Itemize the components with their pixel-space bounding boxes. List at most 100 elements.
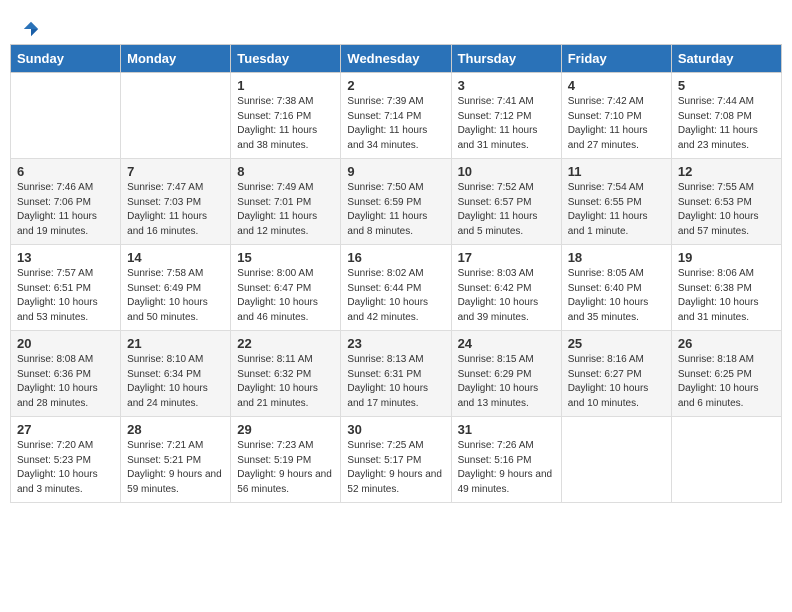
- day-number: 6: [17, 164, 114, 179]
- day-info: Sunrise: 7:20 AM Sunset: 5:23 PM Dayligh…: [17, 439, 114, 497]
- calendar-table: SundayMondayTuesdayWednesdayThursdayFrid…: [10, 44, 782, 503]
- calendar-cell: 9 Sunrise: 7:50 AM Sunset: 6:59 PM Daylig…: [341, 159, 451, 245]
- weekday-header-sunday: Sunday: [11, 45, 121, 73]
- page-header: [10, 10, 782, 39]
- day-number: 23: [347, 336, 444, 351]
- weekday-header-tuesday: Tuesday: [231, 45, 341, 73]
- calendar-cell: 25 Sunrise: 8:16 AM Sunset: 6:27 PM Dayli…: [561, 331, 671, 417]
- calendar-week-row: 27 Sunrise: 7:20 AM Sunset: 5:23 PM Dayli…: [11, 417, 782, 503]
- day-number: 7: [127, 164, 224, 179]
- day-info: Sunrise: 8:11 AM Sunset: 6:32 PM Dayligh…: [237, 353, 334, 411]
- calendar-cell: 8 Sunrise: 7:49 AM Sunset: 7:01 PM Daylig…: [231, 159, 341, 245]
- calendar-cell: 12 Sunrise: 7:55 AM Sunset: 6:53 PM Dayli…: [671, 159, 781, 245]
- day-info: Sunrise: 7:25 AM Sunset: 5:17 PM Dayligh…: [347, 439, 444, 497]
- calendar-cell: [11, 73, 121, 159]
- day-number: 27: [17, 422, 114, 437]
- calendar-cell: 28 Sunrise: 7:21 AM Sunset: 5:21 PM Dayli…: [121, 417, 231, 503]
- day-number: 9: [347, 164, 444, 179]
- day-number: 21: [127, 336, 224, 351]
- calendar-cell: [671, 417, 781, 503]
- logo-icon: [22, 20, 40, 38]
- day-info: Sunrise: 7:46 AM Sunset: 7:06 PM Dayligh…: [17, 181, 114, 239]
- day-number: 8: [237, 164, 334, 179]
- day-info: Sunrise: 7:21 AM Sunset: 5:21 PM Dayligh…: [127, 439, 224, 497]
- calendar-cell: 18 Sunrise: 8:05 AM Sunset: 6:40 PM Dayli…: [561, 245, 671, 331]
- day-info: Sunrise: 7:26 AM Sunset: 5:16 PM Dayligh…: [458, 439, 555, 497]
- day-info: Sunrise: 7:55 AM Sunset: 6:53 PM Dayligh…: [678, 181, 775, 239]
- calendar-cell: [561, 417, 671, 503]
- day-number: 24: [458, 336, 555, 351]
- calendar-week-row: 6 Sunrise: 7:46 AM Sunset: 7:06 PM Daylig…: [11, 159, 782, 245]
- calendar-cell: 17Sunrise: 8:03 AM Sunset: 6:42 PM Dayli…: [451, 245, 561, 331]
- day-info: Sunrise: 8:00 AM Sunset: 6:47 PM Dayligh…: [237, 267, 334, 325]
- logo: [20, 20, 40, 34]
- day-number: 5: [678, 78, 775, 93]
- calendar-cell: [121, 73, 231, 159]
- day-info: Sunrise: 7:49 AM Sunset: 7:01 PM Dayligh…: [237, 181, 334, 239]
- calendar-cell: 16 Sunrise: 8:02 AM Sunset: 6:44 PM Dayli…: [341, 245, 451, 331]
- calendar-cell: 10Sunrise: 7:52 AM Sunset: 6:57 PM Dayli…: [451, 159, 561, 245]
- calendar-cell: 4 Sunrise: 7:42 AM Sunset: 7:10 PM Daylig…: [561, 73, 671, 159]
- weekday-header-thursday: Thursday: [451, 45, 561, 73]
- calendar-cell: 31 Sunrise: 7:26 AM Sunset: 5:16 PM Dayli…: [451, 417, 561, 503]
- day-number: 14: [127, 250, 224, 265]
- calendar-cell: 11Sunrise: 7:54 AM Sunset: 6:55 PM Dayli…: [561, 159, 671, 245]
- day-number: 11: [568, 164, 665, 179]
- day-number: 29: [237, 422, 334, 437]
- day-info: Sunrise: 7:58 AM Sunset: 6:49 PM Dayligh…: [127, 267, 224, 325]
- calendar-cell: 7Sunrise: 7:47 AM Sunset: 7:03 PM Daylig…: [121, 159, 231, 245]
- day-info: Sunrise: 7:57 AM Sunset: 6:51 PM Dayligh…: [17, 267, 114, 325]
- day-number: 4: [568, 78, 665, 93]
- calendar-week-row: 20Sunrise: 8:08 AM Sunset: 6:36 PM Dayli…: [11, 331, 782, 417]
- weekday-header-wednesday: Wednesday: [341, 45, 451, 73]
- calendar-cell: 14 Sunrise: 7:58 AM Sunset: 6:49 PM Dayli…: [121, 245, 231, 331]
- calendar-cell: 22 Sunrise: 8:11 AM Sunset: 6:32 PM Dayli…: [231, 331, 341, 417]
- day-number: 19: [678, 250, 775, 265]
- day-info: Sunrise: 8:03 AM Sunset: 6:42 PM Dayligh…: [458, 267, 555, 325]
- weekday-header-row: SundayMondayTuesdayWednesdayThursdayFrid…: [11, 45, 782, 73]
- day-number: 22: [237, 336, 334, 351]
- calendar-cell: 2 Sunrise: 7:39 AM Sunset: 7:14 PM Daylig…: [341, 73, 451, 159]
- day-info: Sunrise: 7:44 AM Sunset: 7:08 PM Dayligh…: [678, 95, 775, 153]
- day-number: 3: [458, 78, 555, 93]
- day-number: 20: [17, 336, 114, 351]
- calendar-week-row: 13 Sunrise: 7:57 AM Sunset: 6:51 PM Dayli…: [11, 245, 782, 331]
- weekday-header-monday: Monday: [121, 45, 231, 73]
- day-info: Sunrise: 8:10 AM Sunset: 6:34 PM Dayligh…: [127, 353, 224, 411]
- calendar-cell: 29 Sunrise: 7:23 AM Sunset: 5:19 PM Dayli…: [231, 417, 341, 503]
- day-info: Sunrise: 8:05 AM Sunset: 6:40 PM Dayligh…: [568, 267, 665, 325]
- day-info: Sunrise: 7:42 AM Sunset: 7:10 PM Dayligh…: [568, 95, 665, 153]
- day-info: Sunrise: 8:02 AM Sunset: 6:44 PM Dayligh…: [347, 267, 444, 325]
- day-number: 30: [347, 422, 444, 437]
- day-info: Sunrise: 8:18 AM Sunset: 6:25 PM Dayligh…: [678, 353, 775, 411]
- day-number: 15: [237, 250, 334, 265]
- day-number: 16: [347, 250, 444, 265]
- day-info: Sunrise: 8:16 AM Sunset: 6:27 PM Dayligh…: [568, 353, 665, 411]
- day-info: Sunrise: 8:15 AM Sunset: 6:29 PM Dayligh…: [458, 353, 555, 411]
- day-number: 31: [458, 422, 555, 437]
- day-number: 10: [458, 164, 555, 179]
- calendar-cell: 1 Sunrise: 7:38 AM Sunset: 7:16 PM Daylig…: [231, 73, 341, 159]
- day-info: Sunrise: 7:38 AM Sunset: 7:16 PM Dayligh…: [237, 95, 334, 153]
- day-number: 2: [347, 78, 444, 93]
- day-number: 25: [568, 336, 665, 351]
- calendar-cell: 13 Sunrise: 7:57 AM Sunset: 6:51 PM Dayli…: [11, 245, 121, 331]
- calendar-cell: 20Sunrise: 8:08 AM Sunset: 6:36 PM Dayli…: [11, 331, 121, 417]
- day-number: 13: [17, 250, 114, 265]
- calendar-cell: 5 Sunrise: 7:44 AM Sunset: 7:08 PM Daylig…: [671, 73, 781, 159]
- calendar-cell: 21 Sunrise: 8:10 AM Sunset: 6:34 PM Dayli…: [121, 331, 231, 417]
- day-info: Sunrise: 7:23 AM Sunset: 5:19 PM Dayligh…: [237, 439, 334, 497]
- calendar-cell: 15 Sunrise: 8:00 AM Sunset: 6:47 PM Dayli…: [231, 245, 341, 331]
- calendar-cell: 30 Sunrise: 7:25 AM Sunset: 5:17 PM Dayli…: [341, 417, 451, 503]
- calendar-cell: 26 Sunrise: 8:18 AM Sunset: 6:25 PM Dayli…: [671, 331, 781, 417]
- calendar-cell: 27 Sunrise: 7:20 AM Sunset: 5:23 PM Dayli…: [11, 417, 121, 503]
- day-info: Sunrise: 7:50 AM Sunset: 6:59 PM Dayligh…: [347, 181, 444, 239]
- day-number: 26: [678, 336, 775, 351]
- weekday-header-friday: Friday: [561, 45, 671, 73]
- day-number: 18: [568, 250, 665, 265]
- day-number: 1: [237, 78, 334, 93]
- day-info: Sunrise: 7:39 AM Sunset: 7:14 PM Dayligh…: [347, 95, 444, 153]
- day-number: 12: [678, 164, 775, 179]
- day-number: 28: [127, 422, 224, 437]
- calendar-cell: 19Sunrise: 8:06 AM Sunset: 6:38 PM Dayli…: [671, 245, 781, 331]
